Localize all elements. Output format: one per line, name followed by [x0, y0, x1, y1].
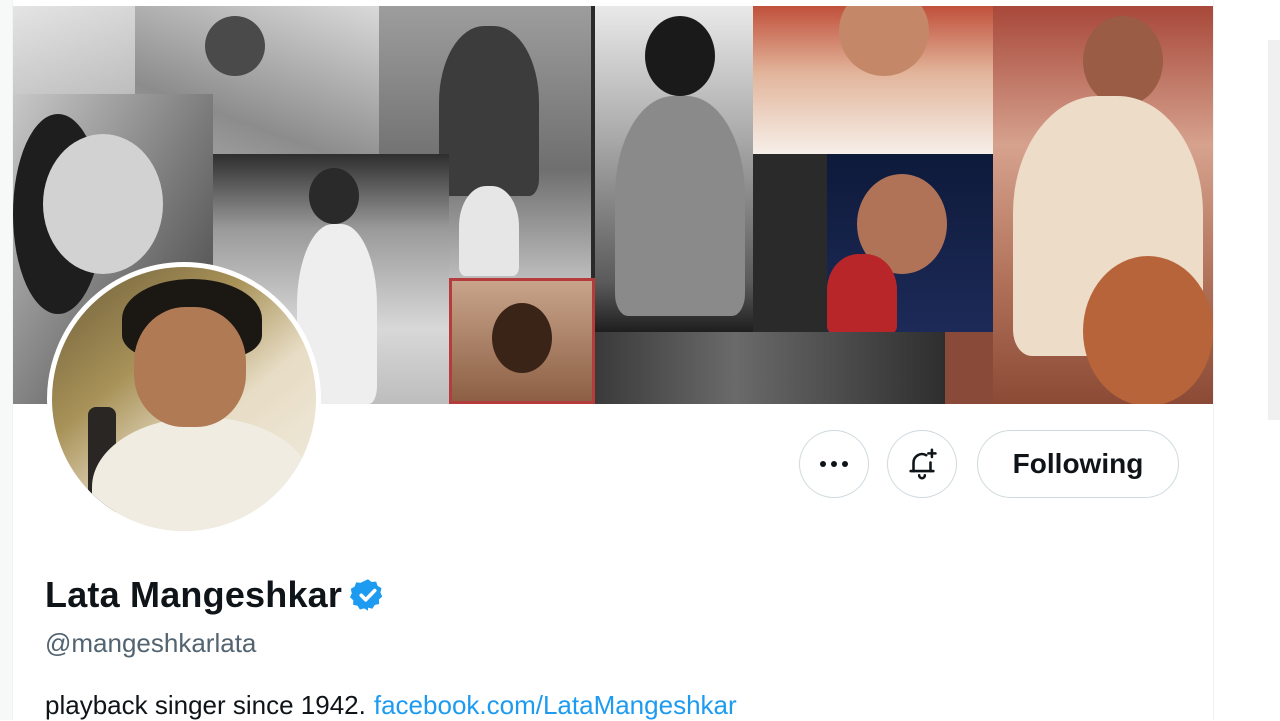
- more-options-button[interactable]: [799, 430, 869, 498]
- right-sidebar-edge: [1268, 40, 1280, 420]
- banner-photo-1: [13, 6, 135, 94]
- profile-handle: @mangeshkarlata: [45, 628, 257, 658]
- banner-photo-12: [945, 332, 993, 404]
- profile-name-row: Lata Mangeshkar: [45, 574, 386, 616]
- banner-photo-11: [595, 332, 945, 404]
- bio-link[interactable]: facebook.com/LataMangeshkar: [374, 690, 737, 720]
- banner-photo-10: [993, 6, 1213, 404]
- profile-bio: playback singer since 1942. facebook.com/…: [45, 690, 737, 721]
- following-button[interactable]: Following: [977, 430, 1179, 498]
- profile-avatar[interactable]: [47, 262, 321, 536]
- notification-bell-plus-icon: [909, 448, 937, 480]
- verified-badge-icon[interactable]: [350, 577, 386, 613]
- profile-column: Following Lata Mangeshkar @mangeshkarlat…: [12, 0, 1214, 720]
- display-name: Lata Mangeshkar: [45, 574, 343, 615]
- banner-photo-7: [595, 6, 753, 332]
- following-button-label: Following: [1012, 448, 1144, 479]
- notifications-button[interactable]: [887, 430, 957, 498]
- banner-photo-9: [827, 154, 995, 332]
- more-horizontal-icon: [820, 461, 848, 467]
- banner-photo-6: [449, 278, 595, 404]
- banner-photo-8: [753, 6, 993, 154]
- page-background: [0, 0, 12, 720]
- bio-text: playback singer since 1942.: [45, 690, 366, 720]
